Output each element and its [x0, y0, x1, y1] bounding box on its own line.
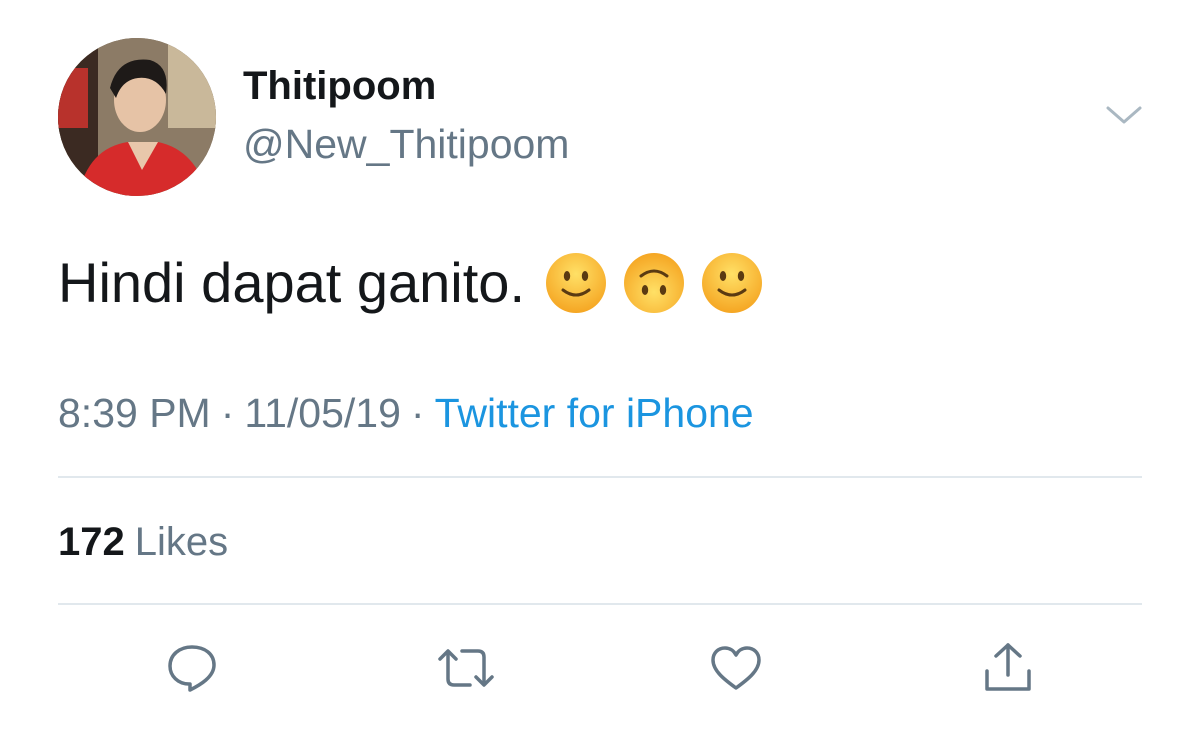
likes-stat[interactable]: 172 Likes [58, 520, 228, 565]
retweet-icon [438, 649, 494, 687]
like-button[interactable] [706, 638, 766, 698]
meta-separator: · [220, 390, 235, 436]
slightly-smiling-face-icon [702, 252, 763, 313]
retweet-button[interactable] [436, 638, 496, 698]
chevron-down-icon[interactable] [1104, 100, 1144, 130]
like-icon [711, 646, 761, 690]
avatar[interactable] [58, 38, 216, 196]
share-icon [985, 643, 1031, 691]
likes-label: Likes [134, 520, 229, 564]
likes-count: 172 [58, 520, 125, 564]
tweet-time: 8:39 PM [58, 390, 211, 436]
tweet-body: Hindi dapat ganito. [58, 250, 763, 315]
user-handle[interactable]: @New_Thitipoom [243, 121, 569, 168]
tweet-meta: 8:39 PM · 11/05/19 · Twitter for iPhone [58, 390, 754, 437]
reply-button[interactable] [162, 638, 222, 698]
profile-photo-icon [58, 38, 216, 196]
display-name[interactable]: Thitipoom [243, 64, 436, 109]
emoji-row [545, 252, 763, 314]
slightly-smiling-face-icon [546, 252, 607, 313]
tweet-source-link[interactable]: Twitter for iPhone [435, 390, 754, 436]
tweet-date: 11/05/19 [244, 390, 401, 436]
divider [58, 476, 1142, 478]
tweet-text: Hindi dapat ganito. [58, 251, 526, 314]
upside-down-face-icon [624, 252, 685, 313]
divider [58, 603, 1142, 605]
meta-separator: · [410, 390, 425, 436]
reply-icon [168, 645, 216, 692]
share-button[interactable] [978, 638, 1038, 698]
